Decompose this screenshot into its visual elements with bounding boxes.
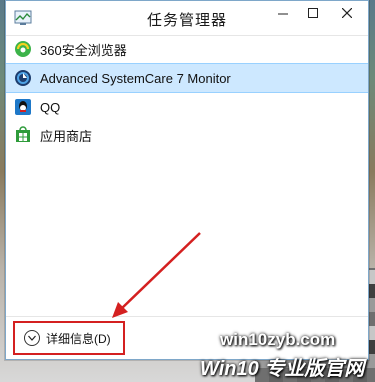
more-details-label: 详细信息(D) — [46, 331, 111, 346]
watermark-url: win10zyb.com — [220, 330, 336, 349]
list-item-label: QQ — [40, 99, 61, 115]
maximize-button[interactable] — [298, 1, 328, 25]
close-icon — [341, 6, 353, 21]
task-manager-window: 任务管理器 360安全浏览器 Advanced SystemCare 7 Mon… — [5, 0, 369, 360]
list-item[interactable]: 应用商店 — [6, 121, 368, 149]
list-item[interactable]: 360安全浏览器 — [6, 35, 368, 63]
qq-icon — [14, 98, 32, 116]
list-item-label: 应用商店 — [40, 128, 93, 144]
list-item-label: 360安全浏览器 — [40, 42, 127, 58]
minimize-button[interactable] — [268, 1, 298, 25]
advanced-systemcare-icon — [14, 69, 32, 87]
maximize-icon — [308, 6, 318, 21]
360-browser-icon — [14, 40, 32, 58]
more-details-button[interactable]: 详细信息(D) — [13, 321, 125, 355]
store-icon — [14, 126, 32, 144]
title-bar: 任务管理器 — [6, 1, 368, 36]
watermark-brand: Win10 专业版官网 — [200, 358, 365, 380]
minimize-icon — [278, 6, 288, 21]
chevron-down-icon — [24, 330, 40, 346]
app-list: 360安全浏览器 Advanced SystemCare 7 Monitor Q… — [6, 35, 368, 149]
list-item-label: Advanced SystemCare 7 Monitor — [40, 70, 231, 86]
close-button[interactable] — [332, 1, 362, 25]
watermark: win10zyb.com Win10 专业版官网 — [198, 330, 373, 380]
list-item[interactable]: Advanced SystemCare 7 Monitor — [6, 63, 368, 93]
list-item[interactable]: QQ — [6, 93, 368, 121]
